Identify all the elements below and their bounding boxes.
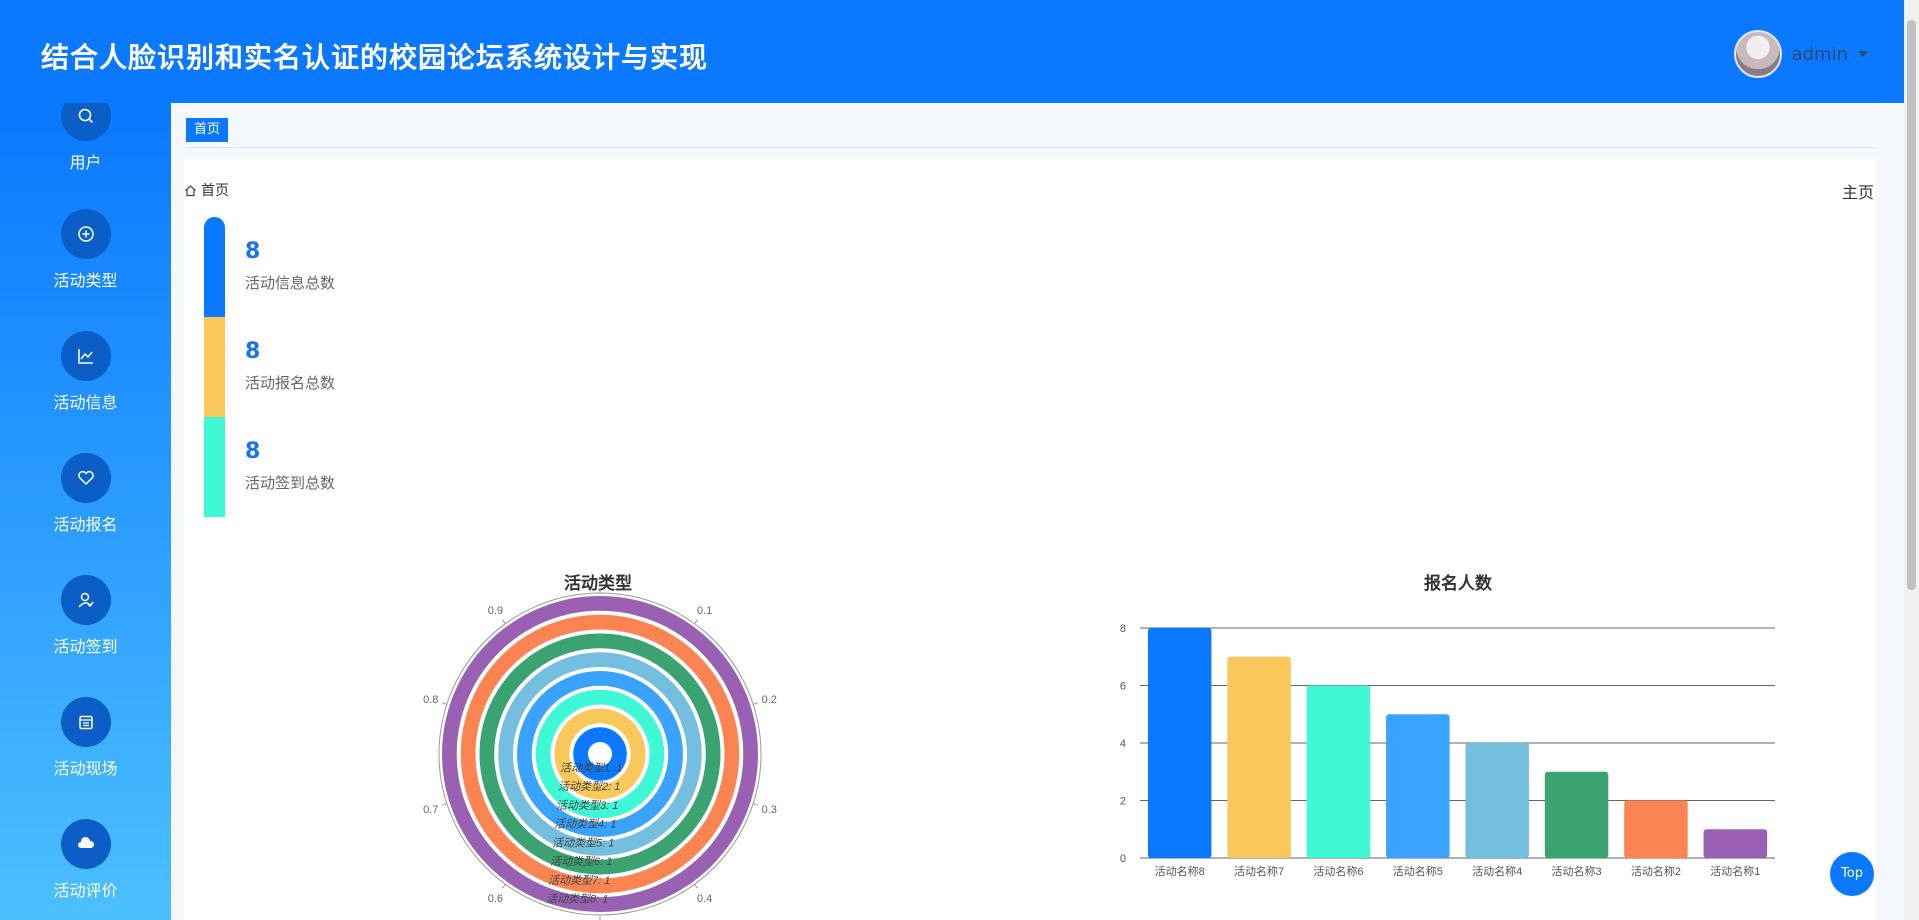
polar-data-label: 活动类型2: 1 bbox=[558, 780, 620, 793]
polar-tick-label: 0.1 bbox=[697, 605, 712, 617]
stat-value: 8 bbox=[245, 339, 261, 364]
chevron-down-icon[interactable] bbox=[1858, 51, 1868, 57]
bar-chart: 0 2 4 6 8 活动名称8 活动名称7 活动名称6 活动名称5 活动名称4 活动名称3 活动名称2… bbox=[1120, 623, 1775, 878]
bar[interactable] bbox=[1703, 829, 1768, 858]
sidebar-item-activity-checkin[interactable]: 活动签到 bbox=[0, 575, 171, 685]
sidebar-item-activity-signup[interactable]: 活动报名 bbox=[0, 453, 171, 563]
y-tick-label: 6 bbox=[1120, 681, 1126, 693]
x-tick-label: 活动名称7 bbox=[1234, 864, 1284, 878]
polar-tick-mark bbox=[752, 702, 759, 705]
polar-tick-mark bbox=[694, 883, 698, 889]
bar[interactable] bbox=[1544, 771, 1609, 858]
x-tick-label: 活动名称4 bbox=[1472, 864, 1522, 878]
stat-activity-checkin: 8 活动签到总数 bbox=[245, 439, 335, 493]
user-menu[interactable]: admin bbox=[1733, 30, 1868, 78]
polar-tick-label: 0.8 bbox=[423, 694, 438, 706]
x-tick-label: 活动名称2 bbox=[1631, 864, 1681, 878]
sidebar-item-label: 用户 bbox=[69, 153, 102, 172]
plus-circle-icon bbox=[60, 209, 111, 259]
bar[interactable] bbox=[1386, 714, 1450, 858]
stat-value: 8 bbox=[245, 239, 261, 264]
bar[interactable] bbox=[1624, 800, 1688, 859]
polar-data-label: 活动类型1: 1 bbox=[560, 761, 622, 774]
polar-tick-label: 0.7 bbox=[423, 804, 438, 816]
app-title: 结合人脸识别和实名认证的校园论坛系统设计与实现 bbox=[41, 41, 709, 74]
stat-activity-signup: 8 活动报名总数 bbox=[245, 339, 335, 393]
line-chart-icon bbox=[60, 331, 111, 381]
x-tick-label: 活动名称6 bbox=[1313, 864, 1363, 878]
sidebar-item-activity-review[interactable]: 活动评价 bbox=[0, 819, 171, 920]
stat-label: 活动信息总数 bbox=[245, 274, 336, 292]
sidebar-item-activity-venue[interactable]: 活动现场 bbox=[0, 697, 171, 807]
sidebar-item-users[interactable]: 用户 bbox=[0, 103, 171, 201]
polar-tick-label: 0.9 bbox=[488, 605, 503, 617]
breadcrumb: 首页 bbox=[184, 180, 229, 200]
sidebar-item-activity-types[interactable]: 活动类型 bbox=[0, 209, 171, 319]
polar-tick-mark bbox=[502, 883, 506, 889]
avatar[interactable] bbox=[1733, 30, 1782, 78]
scrollbar-thumb[interactable] bbox=[1907, 20, 1916, 590]
bar[interactable] bbox=[1147, 628, 1212, 858]
calendar-icon bbox=[60, 697, 111, 747]
polar-data-label: 活动类型7: 1 bbox=[548, 874, 610, 887]
tab-home[interactable]: 首页 bbox=[186, 118, 229, 142]
bar[interactable] bbox=[1465, 743, 1529, 858]
x-tick-label: 活动名称8 bbox=[1155, 864, 1205, 878]
tab-bar: 首页 bbox=[186, 118, 1874, 148]
home-icon bbox=[185, 184, 196, 196]
stat-value: 8 bbox=[245, 439, 261, 464]
home-link[interactable]: 主页 bbox=[1842, 179, 1874, 203]
polar-data-label: 活动类型5: 1 bbox=[552, 836, 614, 849]
y-tick-label: 2 bbox=[1120, 796, 1126, 808]
x-tick-label: 活动名称5 bbox=[1393, 864, 1443, 878]
sidebar-item-label: 活动报名 bbox=[53, 515, 118, 534]
top-header: 结合人脸识别和实名认证的校园论坛系统设计与实现 admin bbox=[0, 0, 1904, 103]
sidebar-item-label: 活动签到 bbox=[53, 637, 118, 656]
stat-color-segment bbox=[204, 217, 225, 317]
y-tick-label: 0 bbox=[1120, 853, 1126, 865]
sidebar-item-label: 活动现场 bbox=[53, 759, 118, 778]
sidebar-item-label: 活动类型 bbox=[53, 271, 118, 290]
bar[interactable] bbox=[1306, 685, 1371, 859]
sidebar-item-activity-info[interactable]: 活动信息 bbox=[0, 331, 171, 441]
back-to-top-button[interactable]: Top bbox=[1830, 852, 1874, 896]
x-tick-label: 活动名称1 bbox=[1710, 864, 1760, 878]
username[interactable]: admin bbox=[1792, 44, 1848, 65]
bar-chart-title: 报名人数 bbox=[1424, 574, 1492, 594]
polar-tick-mark bbox=[694, 619, 698, 625]
search-icon bbox=[60, 103, 111, 141]
stat-label: 活动报名总数 bbox=[245, 374, 336, 392]
user-check-icon bbox=[60, 575, 111, 625]
polar-tick-mark bbox=[752, 803, 759, 806]
polar-tick-label: 0.2 bbox=[762, 694, 777, 706]
polar-tick-mark bbox=[441, 702, 448, 705]
polar-data-label: 活动类型6: 1 bbox=[550, 855, 612, 868]
stat-activity-info: 8 活动信息总数 bbox=[245, 239, 335, 293]
polar-bar-chart: 00.10.20.30.40.50.60.70.80.9活动类型1: 1活动类型… bbox=[423, 588, 777, 920]
stat-color-segment bbox=[204, 317, 225, 417]
polar-tick-label: 0.3 bbox=[762, 804, 777, 816]
polar-tick-mark bbox=[441, 803, 448, 806]
polar-tick-mark bbox=[502, 619, 506, 625]
cloud-icon bbox=[60, 819, 111, 869]
x-tick-label: 活动名称3 bbox=[1552, 864, 1602, 878]
sidebar-item-label: 活动评价 bbox=[53, 881, 118, 900]
polar-data-label: 活动类型3: 1 bbox=[556, 799, 618, 812]
stats-color-bar bbox=[204, 217, 225, 518]
y-tick-label: 4 bbox=[1120, 738, 1126, 750]
y-tick-label: 8 bbox=[1120, 623, 1126, 635]
sidebar-item-label: 活动信息 bbox=[53, 393, 118, 412]
stat-label: 活动签到总数 bbox=[245, 474, 336, 492]
bar[interactable] bbox=[1227, 656, 1291, 858]
sidebar: 用户 活动类型 活动信息 活动报名 活动签到 活动现场 活动评价 bbox=[0, 103, 171, 920]
polar-data-label: 活动类型8: 1 bbox=[546, 893, 608, 906]
polar-tick-label: 0.4 bbox=[697, 893, 712, 905]
polar-tick-label: 0.6 bbox=[488, 893, 503, 905]
stat-color-segment bbox=[204, 417, 225, 517]
polar-data-label: 活动类型4: 1 bbox=[554, 818, 616, 831]
heart-icon bbox=[60, 453, 111, 503]
breadcrumb-home[interactable]: 首页 bbox=[201, 180, 229, 200]
